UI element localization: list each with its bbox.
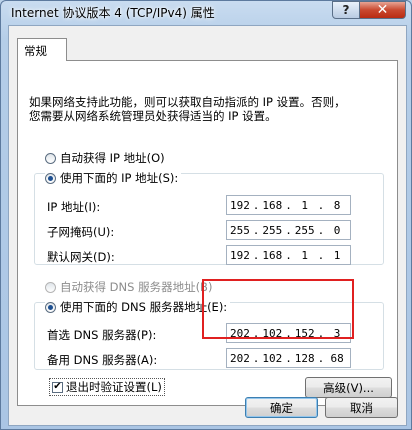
dialog-window: Internet 协议版本 4 (TCP/IPv4) 属性 ? ✕ 常规 如果网… bbox=[0, 0, 412, 430]
subnet-mask-label: 子网掩码(U): bbox=[47, 225, 115, 239]
subnet-mask-input[interactable]: 255. 255. 255. 0 bbox=[226, 220, 351, 240]
advanced-button[interactable]: 高级(V)... bbox=[305, 377, 392, 398]
octet: 168 bbox=[262, 198, 283, 212]
radio-auto-dns[interactable]: 自动获得 DNS 服务器地址(B) bbox=[45, 279, 212, 295]
dialog-client: 常规 如果网络支持此功能，则可以获取自动指派的 IP 设置。否则， 您需要从网络… bbox=[8, 25, 407, 426]
validate-label: 退出时验证设置(L) bbox=[66, 380, 162, 394]
cancel-button[interactable]: 取消 bbox=[325, 397, 398, 418]
octet: 168 bbox=[262, 248, 283, 262]
tab-general[interactable]: 常规 bbox=[17, 38, 67, 61]
radio-auto-ip[interactable]: 自动获得 IP 地址(O) bbox=[45, 150, 165, 166]
window-title: Internet 协议版本 4 (TCP/IPv4) 属性 bbox=[11, 6, 215, 20]
octet: 192 bbox=[229, 248, 250, 262]
octet: 128 bbox=[294, 351, 315, 365]
radio-auto-ip-label: 自动获得 IP 地址(O) bbox=[60, 151, 165, 165]
alternate-dns-input[interactable]: 202. 102. 128. 68 bbox=[226, 348, 351, 368]
octet: 192 bbox=[229, 198, 250, 212]
octet: 255 bbox=[229, 223, 250, 237]
dns-highlight-box bbox=[202, 279, 354, 339]
description-line: 如果网络支持此功能，则可以获取自动指派的 IP 设置。否则， bbox=[29, 95, 346, 109]
radio-icon bbox=[45, 152, 56, 164]
ip-address-label: IP 地址(I): bbox=[47, 200, 101, 214]
octet: 255 bbox=[262, 223, 283, 237]
close-button[interactable]: ✕ bbox=[359, 1, 406, 19]
radio-auto-dns-label: 自动获得 DNS 服务器地址(B) bbox=[60, 280, 213, 294]
octet: 1 bbox=[301, 248, 309, 262]
octet: 68 bbox=[330, 351, 344, 365]
octet: 102 bbox=[262, 351, 283, 365]
radio-manual-ip[interactable]: 使用下面的 IP 地址(S): bbox=[45, 170, 182, 186]
checkbox-check-icon: ✔ bbox=[52, 381, 63, 393]
description: 如果网络支持此功能，则可以获取自动指派的 IP 设置。否则， 您需要从网络系统管… bbox=[29, 95, 389, 123]
octet: 255 bbox=[294, 223, 315, 237]
octet: 202 bbox=[229, 351, 250, 365]
radio-selected-icon bbox=[45, 172, 56, 184]
radio-icon bbox=[45, 281, 56, 293]
ip-group: 使用下面的 IP 地址(S): IP 地址(I): 192. 168. 1. 8… bbox=[34, 170, 384, 265]
preferred-dns-label: 首选 DNS 服务器(P): bbox=[47, 328, 157, 342]
gateway-label: 默认网关(D): bbox=[47, 250, 115, 264]
ip-address-input[interactable]: 192. 168. 1. 8 bbox=[226, 195, 351, 215]
alternate-dns-label: 备用 DNS 服务器(A): bbox=[47, 353, 158, 367]
validate-checkbox[interactable]: ✔ 退出时验证设置(L) bbox=[49, 378, 165, 396]
description-line: 您需要从网络系统管理员处获得适当的 IP 设置。 bbox=[29, 109, 277, 123]
octet: 1 bbox=[333, 248, 341, 262]
octet: 8 bbox=[333, 198, 341, 212]
help-button[interactable]: ? bbox=[332, 1, 360, 19]
ok-button[interactable]: 确定 bbox=[245, 397, 318, 418]
tab-panel: 如果网络支持此功能，则可以获取自动指派的 IP 设置。否则， 您需要从网络系统管… bbox=[17, 60, 398, 406]
radio-manual-ip-label: 使用下面的 IP 地址(S): bbox=[60, 171, 179, 185]
gateway-input[interactable]: 192. 168. 1. 1 bbox=[226, 245, 351, 265]
radio-selected-icon bbox=[45, 301, 56, 313]
octet: 0 bbox=[333, 223, 341, 237]
octet: 1 bbox=[301, 198, 309, 212]
